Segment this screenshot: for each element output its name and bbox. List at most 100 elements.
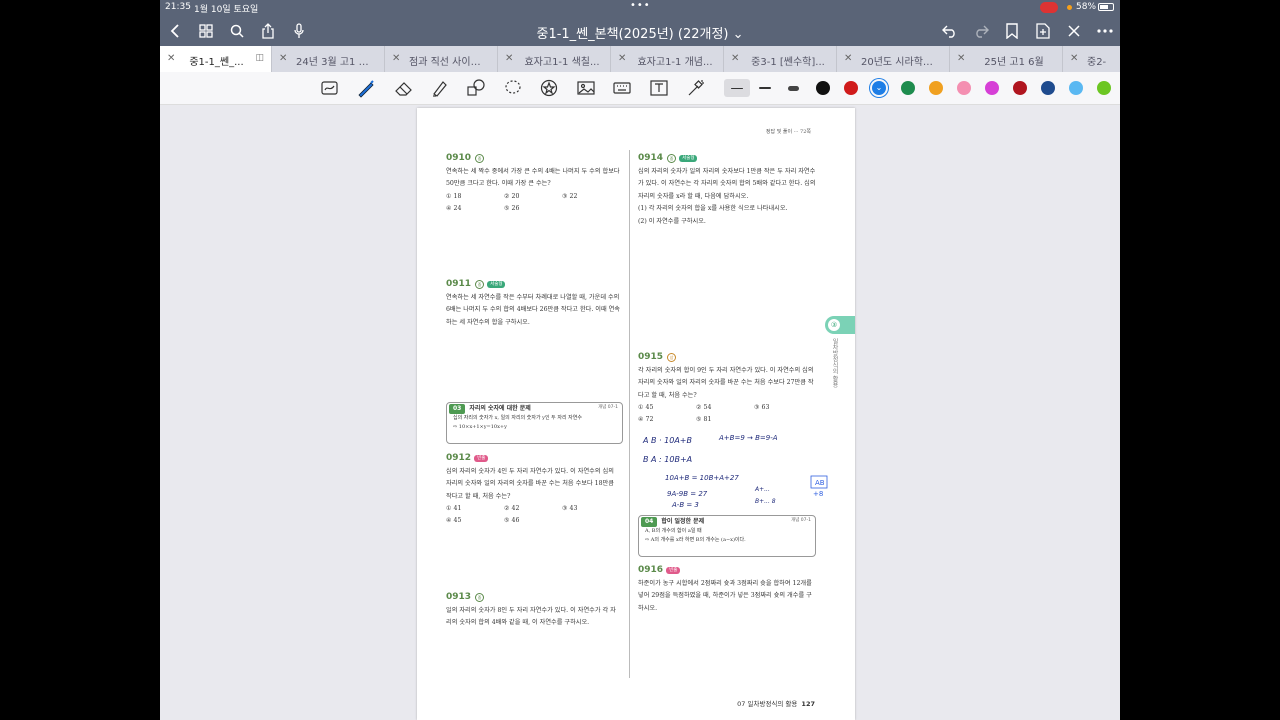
redo-icon[interactable] (972, 22, 990, 40)
tab[interactable]: ✕ 효자고1-1 색칠... (498, 46, 611, 72)
image-icon[interactable] (576, 78, 596, 98)
color-black-swatch[interactable] (816, 81, 830, 95)
nav-bar: 중1-1_쎈_본책(2025년) (22개정) ⌄ (160, 16, 1120, 46)
more-icon[interactable] (1096, 22, 1114, 40)
concept-ref: 개념 07-1 (791, 518, 811, 523)
search-icon[interactable] (228, 22, 246, 40)
bookmark-icon[interactable] (1003, 22, 1021, 40)
add-page-icon[interactable] (1034, 22, 1052, 40)
stroke-thick-option[interactable] (780, 79, 806, 97)
color-orange-swatch[interactable] (929, 81, 943, 95)
concept-ref: 개념 07-1 (598, 405, 618, 410)
color-pink-swatch[interactable] (957, 81, 971, 95)
chapter-side-text: 일차방정식의 활용 (831, 338, 838, 388)
share-icon[interactable] (259, 22, 277, 40)
handwritten-box-sketch: AB +8 (810, 475, 828, 498)
tab-active[interactable]: ✕ 중1-1_쎈_... ◫ (160, 46, 272, 72)
sticker-icon[interactable] (539, 78, 559, 98)
eraser-icon[interactable] (394, 78, 414, 98)
keyboard-icon[interactable] (612, 78, 632, 98)
color-navy-swatch[interactable] (1041, 81, 1055, 95)
pen-icon[interactable] (356, 78, 376, 98)
stroke-medium-option[interactable] (752, 79, 778, 97)
tab[interactable]: ✕ 효자고1-1 개념... (611, 46, 724, 72)
close-icon[interactable] (1065, 22, 1083, 40)
handwritten-note: A+... (755, 486, 770, 493)
battery-percent: 58% (1076, 2, 1097, 12)
difficulty-icon: 중 (667, 154, 677, 163)
tab[interactable]: ✕ 20년도 시라학교... (837, 46, 950, 72)
concept-title: 합이 일정한 문제 (661, 517, 705, 525)
tab-close-icon[interactable]: ✕ (731, 53, 739, 64)
tab-close-icon[interactable]: ✕ (279, 53, 287, 64)
tab[interactable]: ✕ 25년 고1 6월 (950, 46, 1063, 72)
svg-text:AB: AB (815, 479, 825, 487)
tab-close-icon[interactable]: ✕ (957, 53, 965, 64)
laser-pointer-icon[interactable] (686, 78, 706, 98)
lasso-icon[interactable] (503, 78, 523, 98)
microphone-icon[interactable] (290, 22, 308, 40)
textbox-icon[interactable] (649, 78, 669, 98)
answer-choices: ① 45 ② 54 ③ 63 ④ 72 ⑤ 81 (638, 402, 816, 426)
problem-number: 0910 (446, 153, 472, 163)
choice: ⑤ 81 (696, 416, 712, 423)
tab-close-icon[interactable]: ✕ (618, 53, 626, 64)
concept-line: ⇨ A의 개수를 x라 하면 B의 개수는 (a−x)이다. (645, 537, 746, 543)
handwritten-note: B A : 10B+A (643, 455, 693, 464)
multitasking-dots-icon[interactable]: ••• (630, 0, 651, 11)
status-bar: 21:35 1월 10일 토요일 ••• 58% (160, 0, 1120, 16)
tab[interactable]: ✕ 점과 직선 사이의... (385, 46, 498, 72)
color-darkred-swatch[interactable] (1013, 81, 1027, 95)
problem-text: 각 자리의 숫자의 합이 9인 두 자리 자연수가 있다. 이 자연수의 십의 … (638, 366, 814, 399)
problem-0910: 0910 중 연속하는 세 짝수 중에서 가장 큰 수의 4배는 나머지 두 수의… (446, 152, 621, 215)
concept-line: 십의 자리의 숫자가 x, 일의 자리의 숫자가 y인 두 자리 자연수 (453, 415, 582, 421)
document-title[interactable]: 중1-1_쎈_본책(2025년) (22개정) ⌄ (480, 23, 800, 42)
undo-icon[interactable] (941, 22, 959, 40)
choice: ① 18 (446, 192, 462, 200)
difficulty-icon: 상 (667, 353, 677, 362)
tab-close-icon[interactable]: ✕ (844, 53, 852, 64)
chapter-side-tab: ③ (825, 316, 855, 334)
tab[interactable]: ✕ 중2- (1063, 46, 1120, 72)
problem-text: 십의 자리의 숫자가 일의 자리의 숫자보다 1만큼 작은 두 자리 자연수가 … (638, 167, 816, 200)
color-green-swatch[interactable] (901, 81, 915, 95)
back-icon[interactable] (166, 22, 184, 40)
color-lightblue-swatch[interactable] (1069, 81, 1083, 95)
tab-close-icon[interactable]: ✕ (1070, 53, 1078, 64)
answer-choices: ① 18 ② 20 ③ 22 ④ 24 ⑤ 26 (446, 191, 621, 215)
choice: ③ 22 (562, 192, 578, 200)
split-view-icon[interactable]: ◫ (255, 53, 264, 63)
lasso-ocr-icon[interactable] (320, 78, 340, 98)
shapes-icon[interactable] (466, 78, 486, 98)
tab[interactable]: ✕ 24년 3월 고1 전... (272, 46, 385, 72)
problem-number: 0916 (638, 565, 664, 575)
pdf-page[interactable]: 정답 및 풀이 ··· 72쪽 0910 중 연속하는 세 짝수 중에서 가장 큰… (417, 108, 855, 720)
problem-0913: 0913 중 일의 자리의 숫자가 8인 두 자리 자연수가 있다. 이 자연수가… (446, 591, 621, 630)
page-number: 127 (801, 700, 815, 708)
document-viewer[interactable]: 정답 및 풀이 ··· 72쪽 0910 중 연속하는 세 짝수 중에서 가장 큰… (160, 105, 1120, 720)
problem-number: 0911 (446, 279, 472, 289)
choice: ② 54 (696, 404, 712, 411)
problem-number: 0912 (446, 453, 472, 463)
choice: ④ 45 (446, 517, 462, 524)
handwritten-note: A+B=9 → B=9-A (719, 434, 778, 442)
column-divider (629, 150, 630, 678)
grid-view-icon[interactable] (197, 22, 215, 40)
stroke-thin-option[interactable] (724, 79, 750, 97)
problem-tag: 빈출 (474, 455, 489, 462)
sub-question: (1) 각 자리의 숫자의 합을 x를 사용한 식으로 나타내시오. (638, 205, 788, 212)
color-red-swatch[interactable] (844, 81, 858, 95)
color-magenta-swatch[interactable] (985, 81, 999, 95)
color-lime-swatch[interactable] (1097, 81, 1111, 95)
choice: ④ 24 (446, 204, 462, 212)
tab[interactable]: ✕ 중3-1 [쎈수학]... (724, 46, 837, 72)
problem-text: 연속하는 세 짝수 중에서 가장 큰 수의 4배는 나머지 두 수의 합보다 5… (446, 167, 620, 188)
highlighter-icon[interactable] (430, 78, 450, 98)
color-blue-swatch-selected[interactable]: ⌄ (872, 81, 886, 95)
problem-number: 0914 (638, 153, 664, 163)
footer-section: 07 일차방정식의 활용 (737, 700, 798, 708)
tab-close-icon[interactable]: ✕ (392, 53, 400, 64)
choice: ② 42 (504, 505, 520, 512)
tab-close-icon[interactable]: ✕ (167, 53, 175, 64)
tab-close-icon[interactable]: ✕ (505, 53, 513, 64)
